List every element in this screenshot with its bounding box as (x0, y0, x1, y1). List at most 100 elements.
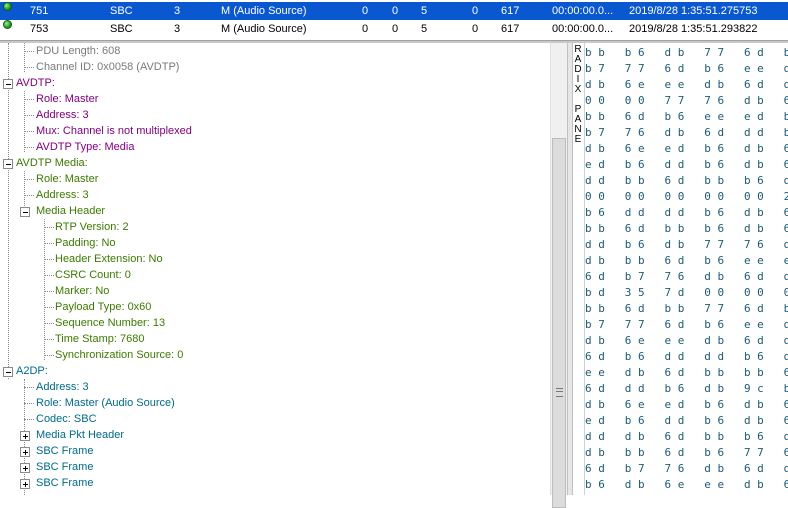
tree-item-avdtp-address[interactable]: Address: 3 (36, 107, 89, 123)
hex-row[interactable]: d d d b 6 d b b b 6 d (585, 429, 788, 445)
tree-connector (24, 195, 34, 196)
packet-a: 0 (362, 23, 369, 35)
expand-icon[interactable] (20, 463, 30, 473)
collapse-icon[interactable] (20, 207, 30, 217)
packet-row[interactable]: 753 SBC 3 M (Audio Source) 0 0 5 0 617 0… (0, 20, 788, 38)
hex-row[interactable]: b b b 6 d b 7 7 6 d b (585, 45, 788, 61)
packet-role: M (Audio Source) (221, 23, 307, 35)
hex-row[interactable]: b 6 d b 6 e e e d b 6 (585, 477, 788, 493)
packet-row-selected[interactable]: 751 SBC 3 M (Audio Source) 0 0 5 0 617 0… (0, 2, 788, 20)
tree-item-avdtp-media[interactable]: AVDTP Media: (16, 155, 88, 171)
packet-delta: 00:00:00.0... (552, 23, 614, 35)
tree-item-avdtp-role[interactable]: Role: Master (36, 91, 98, 107)
tree-connector (24, 99, 34, 100)
tree-connector (44, 243, 54, 244)
hex-row[interactable]: d b 6 e e d b 6 d b 6 (585, 141, 788, 157)
tree-connector (24, 403, 34, 404)
hex-row[interactable]: b 7 7 7 6 d b 6 e e d (585, 61, 788, 77)
hex-row[interactable]: 0 0 0 0 7 7 7 6 d b 6 (585, 93, 788, 109)
tree-item-time-stamp[interactable]: Time Stamp: 7680 (55, 331, 144, 347)
tree-item-avdtp-type[interactable]: AVDTP Type: Media (36, 139, 134, 155)
hex-row[interactable]: d b 6 e e e d b 6 d d (585, 77, 788, 93)
hex-row[interactable]: 0 0 0 0 0 0 0 0 0 0 2 (585, 189, 788, 205)
tree-connector (44, 323, 54, 324)
packet-n: 3 (174, 5, 181, 17)
tree-guide-line (24, 91, 25, 152)
hex-row[interactable]: d b b b 6 d b 6 7 7 6 (585, 445, 788, 461)
grip-icon (556, 388, 563, 397)
packet-codec: SBC (110, 23, 133, 35)
tree-connector (44, 339, 54, 340)
tree-connector (24, 115, 34, 116)
collapse-icon[interactable] (3, 367, 13, 377)
scrollbar-thumb[interactable] (552, 138, 566, 508)
tree-connector (24, 67, 34, 68)
radix-pane-label: R A D I X P A N E (574, 44, 582, 145)
tree-item-pdu-length[interactable]: PDU Length: 608 (36, 43, 120, 59)
hex-row[interactable]: b 7 7 7 6 d b 6 e e d (585, 317, 788, 333)
hex-row[interactable]: e e d b 6 d b b b b 6 (585, 365, 788, 381)
expand-icon[interactable] (20, 431, 30, 441)
tree-item-media-header[interactable]: Media Header (36, 203, 105, 219)
tree-item-csrc-count[interactable]: CSRC Count: 0 (55, 267, 131, 283)
collapse-icon[interactable] (3, 79, 13, 89)
packet-d: 0 (472, 5, 479, 17)
tree-item-media-pkt-header[interactable]: Media Pkt Header (36, 427, 124, 443)
tree-connector (24, 419, 34, 420)
hex-row[interactable]: b 6 d d d d b 6 d b 6 (585, 205, 788, 221)
hex-row[interactable]: e d b 6 d d b 6 d b 6 (585, 413, 788, 429)
tree-item-header-extension[interactable]: Header Extension: No (55, 251, 163, 267)
hex-row[interactable]: d b 6 e e d b 6 d b 6 (585, 397, 788, 413)
tree-item-avdtp-mux[interactable]: Mux: Channel is not multiplexed (36, 123, 192, 139)
expand-icon[interactable] (20, 447, 30, 457)
tree-item-sbc-frame[interactable]: SBC Frame (36, 443, 93, 459)
tree-item-media-address[interactable]: Address: 3 (36, 187, 89, 203)
tree-connector (44, 355, 54, 356)
tree-item-a2dp-address[interactable]: Address: 3 (36, 379, 89, 395)
hex-row[interactable]: d d b 6 d b 7 7 7 6 d (585, 237, 788, 253)
packet-c: 5 (421, 23, 428, 35)
tree-item-sbc-frame[interactable]: SBC Frame (36, 475, 93, 491)
tree-connector (44, 307, 54, 308)
tree-item-a2dp-codec[interactable]: Codec: SBC (36, 411, 97, 427)
tree-item-padding[interactable]: Padding: No (55, 235, 116, 251)
hex-row[interactable]: b b 6 d b 6 e e e d b (585, 109, 788, 125)
tree-guide-line (8, 43, 9, 379)
packet-id: 751 (30, 5, 49, 17)
tree-item-channel-id[interactable]: Channel ID: 0x0058 (AVDTP) (36, 59, 179, 75)
collapse-icon[interactable] (3, 159, 13, 169)
hex-row[interactable]: 6 d d d b 6 d b 9 c b (585, 381, 788, 397)
decode-tree: PDU Length: 608 Channel ID: 0x0058 (AVDT… (0, 43, 550, 495)
hex-row[interactable]: b b 6 d b b b 6 d b 6 (585, 221, 788, 237)
tree-scrollbar[interactable] (550, 43, 567, 508)
tree-item-media-role[interactable]: Role: Master (36, 171, 98, 187)
tree-item-avdtp[interactable]: AVDTP: (16, 75, 55, 91)
hex-row[interactable]: d b 6 e e e d b 6 d d (585, 333, 788, 349)
hex-row[interactable]: b d 3 5 7 d 0 0 0 0 0 (585, 285, 788, 301)
packet-id: 753 (30, 23, 49, 35)
hex-row[interactable]: b 7 7 6 d b 6 d d d b (585, 125, 788, 141)
tree-item-sync-source[interactable]: Synchronization Source: 0 (55, 347, 183, 363)
tree-item-payload-type[interactable]: Payload Type: 0x60 (55, 299, 151, 315)
tree-item-sequence-number[interactable]: Sequence Number: 13 (55, 315, 165, 331)
hex-row[interactable]: d b b b 6 d b 6 e e e (585, 253, 788, 269)
tree-item-a2dp[interactable]: A2DP: (16, 363, 48, 379)
expand-icon[interactable] (20, 479, 30, 489)
tree-item-rtp-version[interactable]: RTP Version: 2 (55, 219, 129, 235)
tree-connector (44, 259, 54, 260)
hex-row[interactable]: 6 d b 7 7 6 d b 6 d d (585, 461, 788, 477)
tree-connector (44, 227, 54, 228)
tree-item-sbc-frame[interactable]: SBC Frame (36, 459, 93, 475)
packet-codec: SBC (110, 5, 133, 17)
packet-delta: 00:00:00.0... (552, 5, 614, 17)
tree-connector (24, 387, 34, 388)
tree-connector (44, 291, 54, 292)
hex-row[interactable]: e d b 6 d d b 6 d b 6 (585, 157, 788, 173)
tree-item-a2dp-role[interactable]: Role: Master (Audio Source) (36, 395, 175, 411)
tree-connector (24, 179, 34, 180)
hex-row[interactable]: d d b b 6 d b b b 6 d (585, 173, 788, 189)
hex-row[interactable]: 6 d b 6 d d d d b 6 d (585, 349, 788, 365)
hex-row[interactable]: 6 d b 7 7 6 d b 6 d d (585, 269, 788, 285)
tree-item-marker[interactable]: Marker: No (55, 283, 109, 299)
hex-row[interactable]: b b 6 d b b 7 7 6 d b (585, 301, 788, 317)
